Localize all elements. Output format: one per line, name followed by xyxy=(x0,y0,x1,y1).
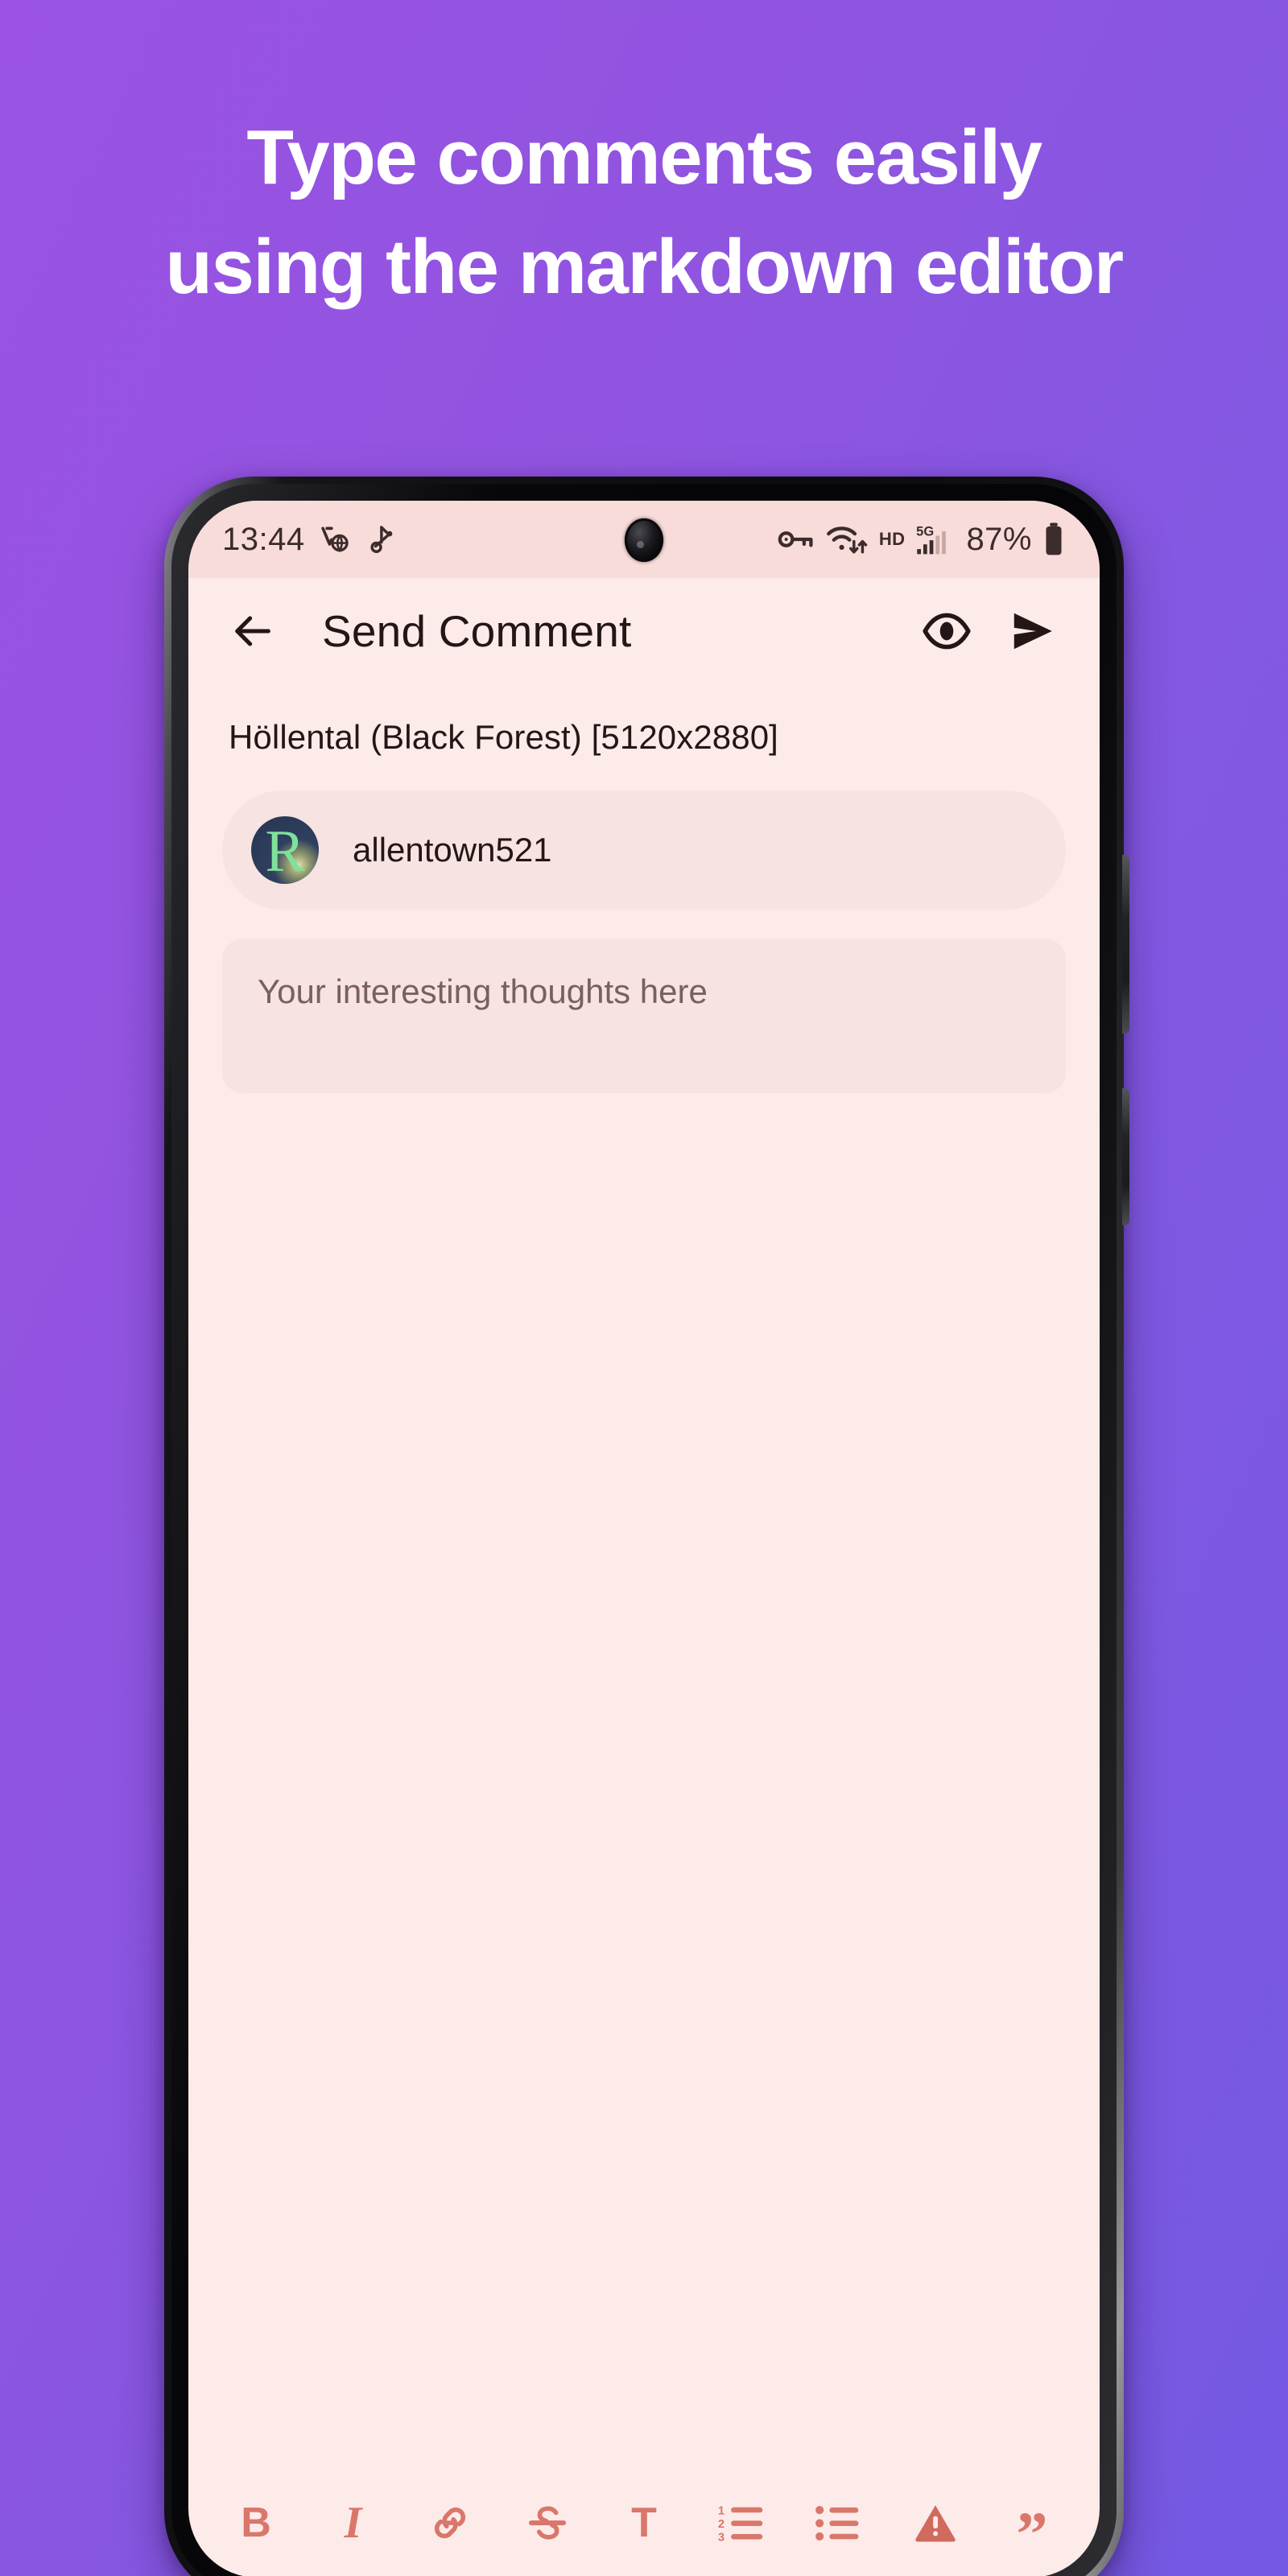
battery-percent-label: 87% xyxy=(966,521,1032,557)
power-button[interactable] xyxy=(1122,1088,1129,1225)
heading-button[interactable]: T xyxy=(605,2484,683,2562)
svg-text:5G: 5G xyxy=(917,525,935,539)
phone-screen: 13:44 HD 5G 87% Send Comment Höllental (… xyxy=(188,501,1100,2576)
strikethrough-icon xyxy=(528,2506,566,2540)
text-heading-icon: T xyxy=(631,2500,657,2546)
status-bar-left: 13:44 xyxy=(222,522,395,558)
numbered-list-icon: 1 2 3 xyxy=(717,2504,762,2545)
strikethrough-button[interactable] xyxy=(509,2484,586,2562)
svg-text:2: 2 xyxy=(717,2518,724,2531)
bullet-list-button[interactable] xyxy=(799,2484,877,2562)
volume-button[interactable] xyxy=(1122,855,1129,1034)
status-bar-right: HD 5G 87% xyxy=(778,522,1064,558)
comment-input[interactable]: Your interesting thoughts here xyxy=(222,939,1066,1093)
comment-placeholder: Your interesting thoughts here xyxy=(258,972,708,1010)
link-button[interactable] xyxy=(411,2484,489,2562)
front-camera-punch-hole xyxy=(625,518,663,562)
bold-button[interactable]: B xyxy=(217,2484,295,2562)
link-icon xyxy=(434,2507,466,2539)
author-field[interactable]: R allentown521 xyxy=(222,791,1066,910)
author-name: allentown521 xyxy=(353,831,552,869)
markdown-toolbar: B I T 1 2 3 ” xyxy=(188,2479,1100,2576)
bold-icon: B xyxy=(241,2500,271,2546)
wifi-icon xyxy=(826,526,868,554)
mute-globe-icon xyxy=(320,526,349,553)
send-button[interactable] xyxy=(1001,601,1063,662)
avatar-letter: R xyxy=(265,819,305,884)
preview-button[interactable] xyxy=(916,601,977,662)
numbered-list-button[interactable]: 1 2 3 xyxy=(703,2484,780,2562)
battery-icon xyxy=(1046,522,1062,555)
eye-icon xyxy=(923,613,971,650)
italic-icon: I xyxy=(344,2498,362,2548)
italic-button[interactable]: I xyxy=(315,2484,392,2562)
phone-device-mockup: 13:44 HD 5G 87% Send Comment Höllental (… xyxy=(164,477,1129,2576)
signal-5g-icon: 5G xyxy=(917,525,947,555)
promo-headline: Type comments easily using the markdown … xyxy=(165,114,1124,311)
back-arrow-icon xyxy=(235,616,270,646)
warning-triangle-icon xyxy=(914,2505,956,2542)
status-time: 13:44 xyxy=(222,521,305,557)
app-bar: Send Comment xyxy=(188,578,1100,684)
bullet-list-icon xyxy=(815,2506,859,2541)
hd-icon: HD xyxy=(878,529,906,549)
status-bar: 13:44 HD 5G 87% xyxy=(188,501,1100,578)
editor-empty-area[interactable] xyxy=(222,1093,1066,2479)
quote-button[interactable]: ” xyxy=(993,2484,1071,2566)
svg-text:3: 3 xyxy=(717,2532,724,2545)
alert-button[interactable] xyxy=(897,2484,974,2562)
svg-text:1: 1 xyxy=(717,2504,724,2517)
send-arrow-icon xyxy=(1013,613,1052,650)
app-bar-title: Send Comment xyxy=(322,606,632,656)
editor-content: Höllental (Black Forest) [5120x2880] R a… xyxy=(188,684,1100,2479)
quote-icon: ” xyxy=(1016,2499,1048,2569)
post-title: Höllental (Black Forest) [5120x2880] xyxy=(229,718,778,756)
bluetooth-icon xyxy=(370,526,392,553)
vpn-key-icon xyxy=(778,531,813,547)
back-button[interactable] xyxy=(222,601,283,662)
avatar: R xyxy=(251,816,319,884)
